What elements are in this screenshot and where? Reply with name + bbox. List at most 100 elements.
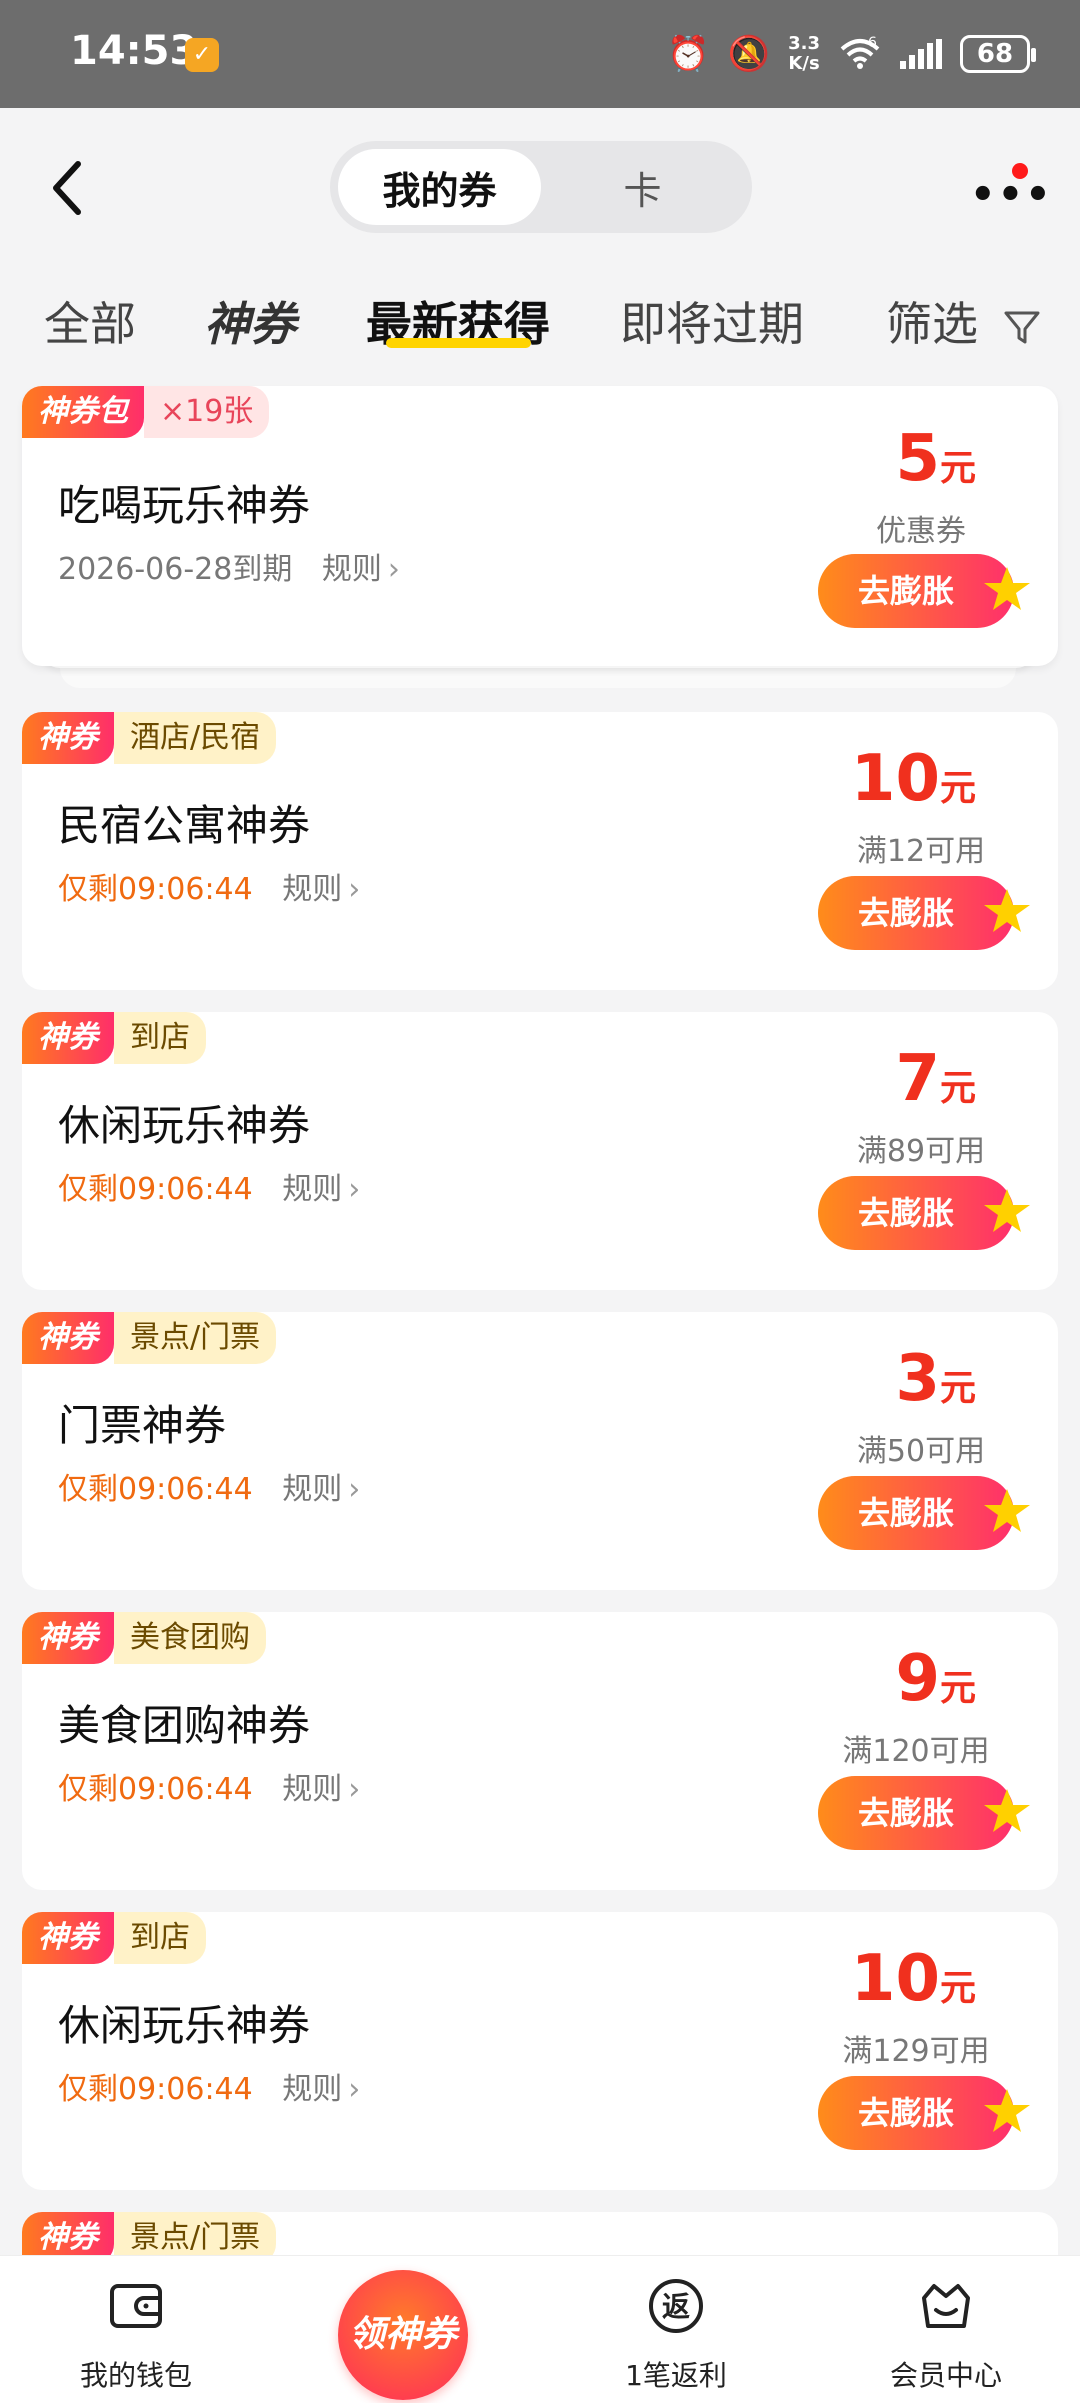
coupon-title: 民宿公寓神券 [58,801,311,850]
chevron-right-icon: › [348,1772,361,1807]
coupon-title: 门票神券 [58,1401,227,1450]
nav-wallet-label: 我的钱包 [79,2359,192,2392]
coupon-title: 美食团购神券 [58,1701,311,1750]
rule-link[interactable]: 规则 [282,1472,342,1507]
bottom-nav: 我的钱包 领神券 返 1笔返利 会员中心 [0,2255,1080,2403]
coupon-subtag: 到店 [114,1912,206,1964]
coupon-tag: 神券 [22,1012,114,1064]
battery-icon: 68 [960,35,1036,73]
countdown: 仅剩09:06:44 [58,872,253,907]
back-button[interactable] [48,158,88,218]
coupon-card[interactable]: 神券 到店 休闲玩乐神券 仅剩09:06:44 规则 › 10元 满129可用 去… [22,1912,1058,2190]
expand-button[interactable]: 去膨胀 [818,554,1030,628]
chevron-right-icon: › [348,1172,361,1207]
coupon-amount: 10元 [850,742,976,816]
star-icon [984,889,1030,932]
countdown: 仅剩09:06:44 [58,1772,253,1807]
chevron-right-icon: › [348,2072,361,2107]
tag-row: 神券包 ×19张 [22,386,270,438]
star-icon [984,2089,1030,2132]
coupon-title: 吃喝玩乐神券 [58,481,311,530]
coupon-subtag: ×19张 [144,386,270,438]
status-time: 14:53 [70,28,198,74]
nav-rebate-label: 1笔返利 [625,2359,727,2392]
coupon-meta: 仅剩09:06:44 规则 › [58,1464,360,1508]
tab-expiring[interactable]: 即将过期 [620,288,804,354]
rebate-icon: 返 [649,2279,703,2333]
rule-link[interactable]: 规则 [282,2072,342,2107]
coupon-card-pack[interactable]: 神券包 ×19张 吃喝玩乐神券 2026-06-28到期 规则 › 5元 优惠券 … [22,386,1058,666]
tag-row: 神券 景点/门票 [22,1312,277,1364]
coupon-amount: 9元 [895,1642,976,1716]
coupon-title: 休闲玩乐神券 [58,1101,311,1150]
expand-button[interactable]: 去膨胀 [818,1476,1030,1550]
coupon-title: 休闲玩乐神券 [58,2001,311,2050]
coupon-condition: 满89可用 [856,1134,986,1169]
active-tab-indicator [386,338,531,348]
chevron-right-icon: › [348,872,361,907]
coupon-condition: 优惠券 [876,514,966,549]
segment-cards[interactable]: 卡 [541,149,744,225]
chevron-right-icon: › [387,552,400,587]
coupon-card[interactable]: 神券 美食团购 美食团购神券 仅剩09:06:44 规则 › 9元 满120可用 … [22,1612,1058,1890]
coupon-tag: 神券 [22,1312,114,1364]
coupon-card[interactable]: 神券 景点/门票 门票神券 仅剩09:06:44 规则 › 3元 满50可用 去膨… [22,1312,1058,1590]
nav-member-center[interactable]: 会员中心 [846,2256,1046,2403]
countdown: 仅剩09:06:44 [58,1172,253,1207]
notification-dot [1012,163,1028,179]
filter-tabs: 全部 神券 最新获得 即将过期 筛选 [0,268,1080,368]
alarm-icon: ⏰ [667,34,710,74]
status-bar: 14:53 ✓ ⏰ 🔕 3.3 K/s 6 68 [0,0,1080,108]
expiry-date: 2026-06-28到期 [58,552,293,587]
filter-label: 筛选 [886,297,978,351]
coupon-tag: 神券包 [22,386,144,438]
more-icon: ••• [970,172,1053,218]
coupon-amount: 5元 [895,422,976,496]
signal-icon [900,39,942,69]
coupon-condition: 满120可用 [842,1734,990,1769]
coupon-meta: 仅剩09:06:44 规则 › [58,864,360,908]
chevron-left-icon [53,161,81,215]
expand-button[interactable]: 去膨胀 [818,2076,1030,2150]
net-speed: 3.3 K/s [788,33,820,74]
tab-all[interactable]: 全部 [44,288,136,354]
coupon-condition: 满12可用 [856,834,986,869]
nav-rebate[interactable]: 返 1笔返利 [576,2256,776,2403]
coupon-card[interactable]: 神券 酒店/民宿 民宿公寓神券 仅剩09:06:44 规则 › 10元 满12可用… [22,712,1058,990]
coupon-subtag: 美食团购 [114,1612,266,1664]
coupon-subtag: 到店 [114,1012,206,1064]
claim-coupon-button[interactable]: 领神券 [338,2270,468,2400]
countdown: 仅剩09:06:44 [58,2072,253,2107]
rule-link[interactable]: 规则 [282,1172,342,1207]
rule-link[interactable]: 规则 [282,872,342,907]
star-icon [984,1489,1030,1532]
expand-button[interactable]: 去膨胀 [818,1776,1030,1850]
wifi-icon: 6 [838,35,882,73]
svg-text:返: 返 [662,2290,690,2323]
coupon-amount: 10元 [850,1942,976,2016]
star-icon [984,1789,1030,1832]
segment-control: 我的券 卡 [330,141,752,233]
rule-link[interactable]: 规则 [322,552,382,587]
coupon-subtag: 酒店/民宿 [114,712,277,764]
expand-button[interactable]: 去膨胀 [818,876,1030,950]
wallet-icon [110,2284,162,2328]
tag-row: 神券 到店 [22,1012,206,1064]
coupon-tag: 神券 [22,712,114,764]
segment-my-coupons[interactable]: 我的券 [338,149,541,225]
tab-shen[interactable]: 神券 [204,288,296,354]
expand-button[interactable]: 去膨胀 [818,1176,1030,1250]
status-icons: ⏰ 🔕 3.3 K/s 6 68 [667,28,1036,80]
top-header: 我的券 卡 ••• 全部 神券 最新获得 即将过期 筛选 [0,108,1080,368]
coupon-subtag: 景点/门票 [114,1312,277,1364]
nav-wallet[interactable]: 我的钱包 [36,2256,236,2403]
tab-filter[interactable]: 筛选 [886,288,1041,354]
coupon-tag: 神券 [22,1912,114,1964]
chevron-right-icon: › [348,1472,361,1507]
star-icon [984,567,1030,610]
mute-icon: 🔕 [727,34,771,74]
rule-link[interactable]: 规则 [282,1772,342,1807]
more-menu-button[interactable]: ••• [970,163,1051,223]
coupon-card[interactable]: 神券 到店 休闲玩乐神券 仅剩09:06:44 规则 › 7元 满89可用 去膨胀 [22,1012,1058,1290]
countdown: 仅剩09:06:44 [58,1472,253,1507]
